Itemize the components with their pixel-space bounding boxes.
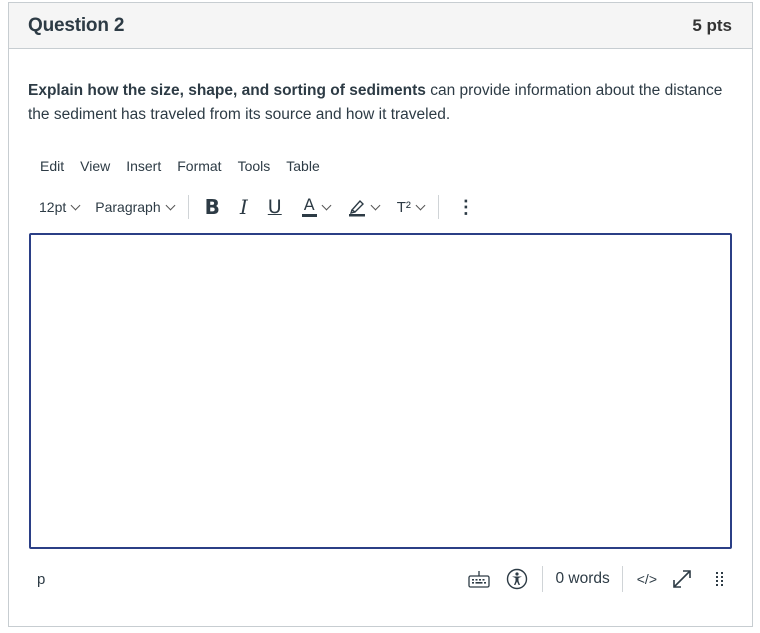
menu-tools[interactable]: Tools	[230, 158, 279, 174]
chevron-down-icon	[165, 200, 176, 210]
editor-statusbar: p 0 words </>	[29, 563, 732, 595]
prompt-bold-text: Explain how the size, shape, and sorting…	[28, 82, 426, 99]
element-path[interactable]: p	[37, 571, 45, 588]
menu-edit[interactable]: Edit	[32, 158, 72, 174]
toolbar-divider	[437, 195, 439, 219]
underline-button[interactable]: U	[262, 192, 288, 222]
editor-menubar: Edit View Insert Format Tools Table	[32, 158, 328, 174]
superscript-icon: T²	[396, 198, 411, 216]
toolbar-divider	[187, 195, 189, 219]
italic-button[interactable]: I	[234, 192, 254, 222]
keyboard-icon	[468, 571, 491, 588]
more-options-button[interactable]: ⋮	[451, 192, 481, 222]
font-size-select[interactable]: 12pt	[33, 192, 85, 222]
font-size-value: 12pt	[39, 199, 67, 215]
fullscreen-button[interactable]	[670, 567, 694, 591]
menu-table[interactable]: Table	[278, 158, 327, 174]
statusbar-controls: 0 words </>	[460, 566, 732, 592]
text-color-button[interactable]: A	[296, 192, 336, 222]
question-card: Question 2 5 pts Explain how the size, s…	[8, 2, 753, 627]
chevron-down-icon	[415, 200, 426, 210]
text-color-icon: A	[301, 195, 317, 217]
question-header: Question 2 5 pts	[9, 3, 752, 49]
statusbar-divider	[621, 566, 623, 592]
bold-button[interactable]: B	[199, 192, 226, 222]
word-count[interactable]: 0 words	[555, 570, 609, 588]
chevron-down-icon	[321, 200, 332, 210]
resize-handle[interactable]	[708, 567, 732, 591]
block-format-select[interactable]: Paragraph	[89, 192, 179, 222]
keyboard-shortcuts-button[interactable]	[467, 567, 491, 591]
question-points: 5 pts	[692, 15, 732, 35]
accessibility-icon	[507, 568, 528, 590]
chevron-down-icon	[70, 200, 81, 210]
text-color-label: A	[303, 195, 315, 214]
accessibility-checker-button[interactable]	[505, 567, 529, 591]
chevron-down-icon	[370, 200, 381, 210]
menu-view[interactable]: View	[72, 158, 118, 174]
block-format-value: Paragraph	[95, 199, 161, 215]
html-editor-toggle[interactable]: </>	[637, 571, 657, 587]
statusbar-divider	[542, 566, 544, 592]
highlighter-icon	[348, 199, 365, 217]
rich-text-editor[interactable]	[29, 233, 732, 549]
expand-icon	[673, 570, 691, 588]
more-vertical-icon: ⋮	[456, 196, 475, 217]
superscript-button[interactable]: T²	[391, 192, 430, 222]
highlight-color-button[interactable]	[342, 192, 385, 222]
drag-handle-icon	[716, 572, 723, 586]
question-title: Question 2	[28, 14, 125, 36]
editor-toolbar: 12pt Paragraph B I U A T² ⋮	[33, 192, 481, 222]
menu-format[interactable]: Format	[169, 158, 229, 174]
menu-insert[interactable]: Insert	[118, 158, 169, 174]
question-prompt: Explain how the size, shape, and sorting…	[28, 79, 728, 127]
